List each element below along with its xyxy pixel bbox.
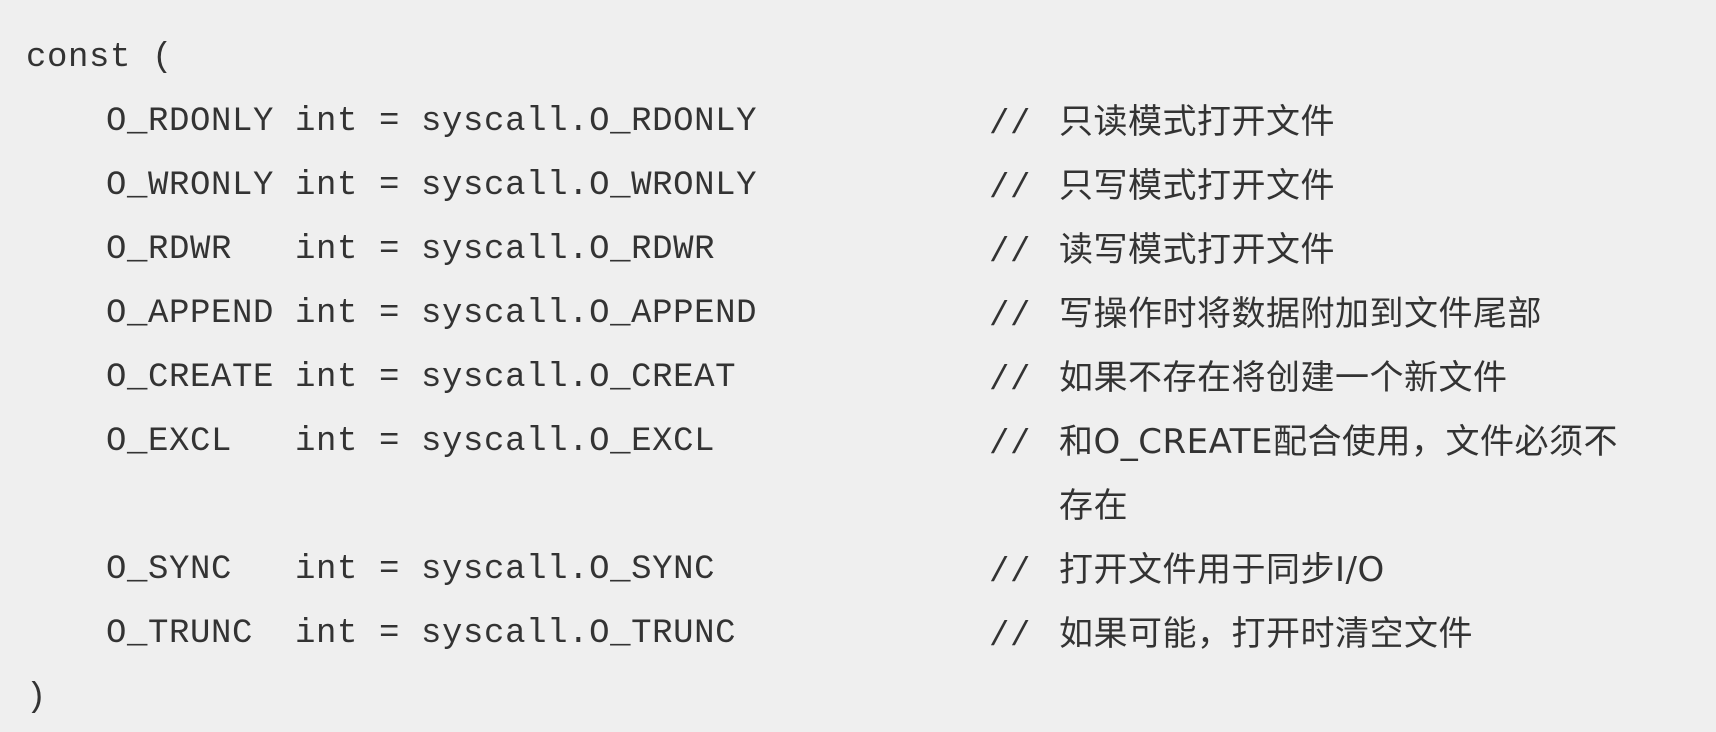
comment-text: 写操作时将数据附加到文件尾部 [1059,294,1542,334]
code-line: O_CREATE int = syscall.O_CREAT // 如果不存在将创… [26,346,1716,410]
comment-marker: // [989,298,1032,336]
code-line-continuation: 存在 [26,474,1716,538]
code-line: O_RDONLY int = syscall.O_RDONLY // 只读模式打开… [26,90,1716,154]
comment: // 读写模式打开文件 [989,218,1335,285]
comment: // 只写模式打开文件 [989,154,1335,221]
code-line: O_RDWR int = syscall.O_RDWR // 读写模式打开文件 [26,218,1716,282]
comment: // 如果可能，打开时清空文件 [989,602,1473,669]
code-line: O_WRONLY int = syscall.O_WRONLY // 只写模式打开… [26,154,1716,218]
code-line: O_SYNC int = syscall.O_SYNC // 打开文件用于同步I/… [26,538,1716,602]
const-close: ) [26,679,48,717]
code-line: O_APPEND int = syscall.O_APPEND // 写操作时将数… [26,282,1716,346]
const-open: const ( [26,39,174,77]
comment-marker: // [989,234,1032,272]
comment-text: 打开文件用于同步I/O [1059,550,1385,590]
comment-text: 只读模式打开文件 [1059,102,1335,142]
comment-text: 如果不存在将创建一个新文件 [1059,358,1508,398]
comment: // 只读模式打开文件 [989,90,1335,157]
code-line: O_TRUNC int = syscall.O_TRUNC // 如果可能，打开时… [26,602,1716,666]
comment-marker: // [989,554,1032,592]
declaration: O_RDONLY int = syscall.O_RDONLY [106,103,758,141]
comment: // 如果不存在将创建一个新文件 [989,346,1508,413]
declaration: O_APPEND int = syscall.O_APPEND [106,295,758,333]
code-line-close: ) [26,666,1716,730]
declaration: O_EXCL int = syscall.O_EXCL [106,423,716,461]
comment-marker: // [989,618,1032,656]
declaration: O_CREATE int = syscall.O_CREAT [106,359,737,397]
code-line-open: const ( [26,26,1716,90]
code-block: const ( O_RDONLY int = syscall.O_RDONLY … [0,0,1716,732]
comment-continuation: 存在 [1059,486,1129,526]
comment: // 和O_CREATE配合使用，文件必须不 [989,410,1618,477]
comment: // 打开文件用于同步I/O [989,538,1385,605]
declaration: O_WRONLY int = syscall.O_WRONLY [106,167,758,205]
comment-marker: // [989,426,1032,464]
declaration: O_RDWR int = syscall.O_RDWR [106,231,716,269]
comment-text: 读写模式打开文件 [1059,230,1335,270]
declaration: O_TRUNC int = syscall.O_TRUNC [106,615,737,653]
comment-marker: // [989,362,1032,400]
comment-marker: // [989,170,1032,208]
declaration: O_SYNC int = syscall.O_SYNC [106,551,716,589]
comment-marker: // [989,106,1032,144]
comment-text: 只写模式打开文件 [1059,166,1335,206]
comment: // 写操作时将数据附加到文件尾部 [989,282,1542,349]
comment-text: 和O_CREATE配合使用，文件必须不 [1059,422,1618,462]
comment-text: 如果可能，打开时清空文件 [1059,614,1473,654]
code-line: O_EXCL int = syscall.O_EXCL // 和O_CREATE配… [26,410,1716,474]
